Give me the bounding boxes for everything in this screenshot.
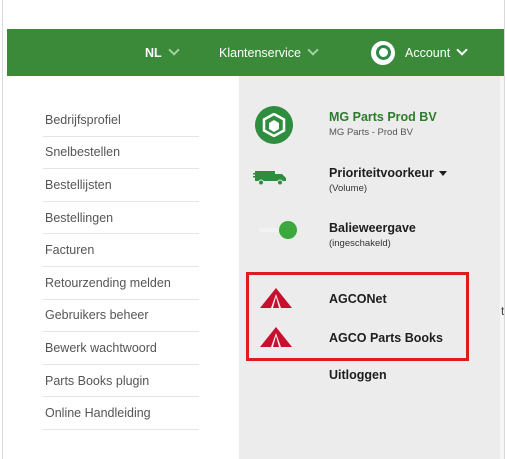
- highlight-box: [246, 272, 469, 361]
- cut-off-text: t: [501, 304, 505, 318]
- menu-item-bewerk-wachtwoord[interactable]: Bewerk wachtwoord: [43, 332, 199, 365]
- page-edge: [500, 76, 504, 459]
- account-dropdown: MG Parts Prod BV MG Parts - Prod BV Prio…: [239, 76, 500, 459]
- menu-item-bestellingen[interactable]: Bestellingen: [43, 202, 199, 235]
- language-selector[interactable]: NL: [145, 29, 180, 76]
- app-window: NL Klantenservice Account Bedrijfsprofie…: [2, 0, 505, 459]
- chevron-down-icon: [456, 44, 468, 56]
- menu-item-gebruikers-beheer[interactable]: Gebruikers beheer: [43, 300, 199, 333]
- main-navbar: NL Klantenservice Account: [7, 29, 504, 76]
- company-subtitle: MG Parts - Prod BV: [329, 127, 413, 138]
- top-whitespace: [3, 0, 504, 29]
- menu-item-snelbestellen[interactable]: Snelbestellen: [43, 137, 199, 170]
- menu-item-facturen[interactable]: Facturen: [43, 234, 199, 267]
- chevron-down-icon: [168, 44, 180, 56]
- counter-view-value: (ingeschakeld): [329, 238, 391, 249]
- caret-down-icon: [438, 171, 447, 177]
- priority-value: (Volume): [329, 183, 368, 194]
- account-label: Account: [405, 45, 451, 60]
- company-logo-icon: [255, 106, 293, 144]
- account-menu[interactable]: Account: [371, 29, 468, 76]
- priority-label: Prioriteitvoorkeur: [329, 166, 434, 180]
- language-label: NL: [145, 45, 162, 60]
- customer-service-dropdown: Bedrijfsprofiel Snelbestellen Bestellijs…: [7, 76, 239, 459]
- logout-label: Uitloggen: [329, 368, 387, 382]
- truck-icon: [253, 168, 289, 191]
- menu-item-retourzending[interactable]: Retourzending melden: [43, 267, 199, 300]
- chevron-down-icon: [307, 44, 319, 56]
- customer-service-menu[interactable]: Klantenservice: [219, 29, 319, 76]
- account-avatar-icon: [371, 40, 395, 65]
- service-menu-list: Bedrijfsprofiel Snelbestellen Bestellijs…: [43, 104, 199, 430]
- menu-item-bestellijsten[interactable]: Bestellijsten: [43, 169, 199, 202]
- menu-item-bedrijfsprofiel[interactable]: Bedrijfsprofiel: [43, 104, 199, 137]
- customer-service-label: Klantenservice: [219, 45, 301, 60]
- company-name: MG Parts Prod BV: [329, 110, 437, 124]
- menu-item-parts-books-plugin[interactable]: Parts Books plugin: [43, 365, 199, 398]
- toggle-switch[interactable]: [259, 221, 297, 239]
- menu-item-online-handleiding[interactable]: Online Handleiding: [43, 397, 199, 430]
- counter-view-label: Balieweergave: [329, 221, 416, 235]
